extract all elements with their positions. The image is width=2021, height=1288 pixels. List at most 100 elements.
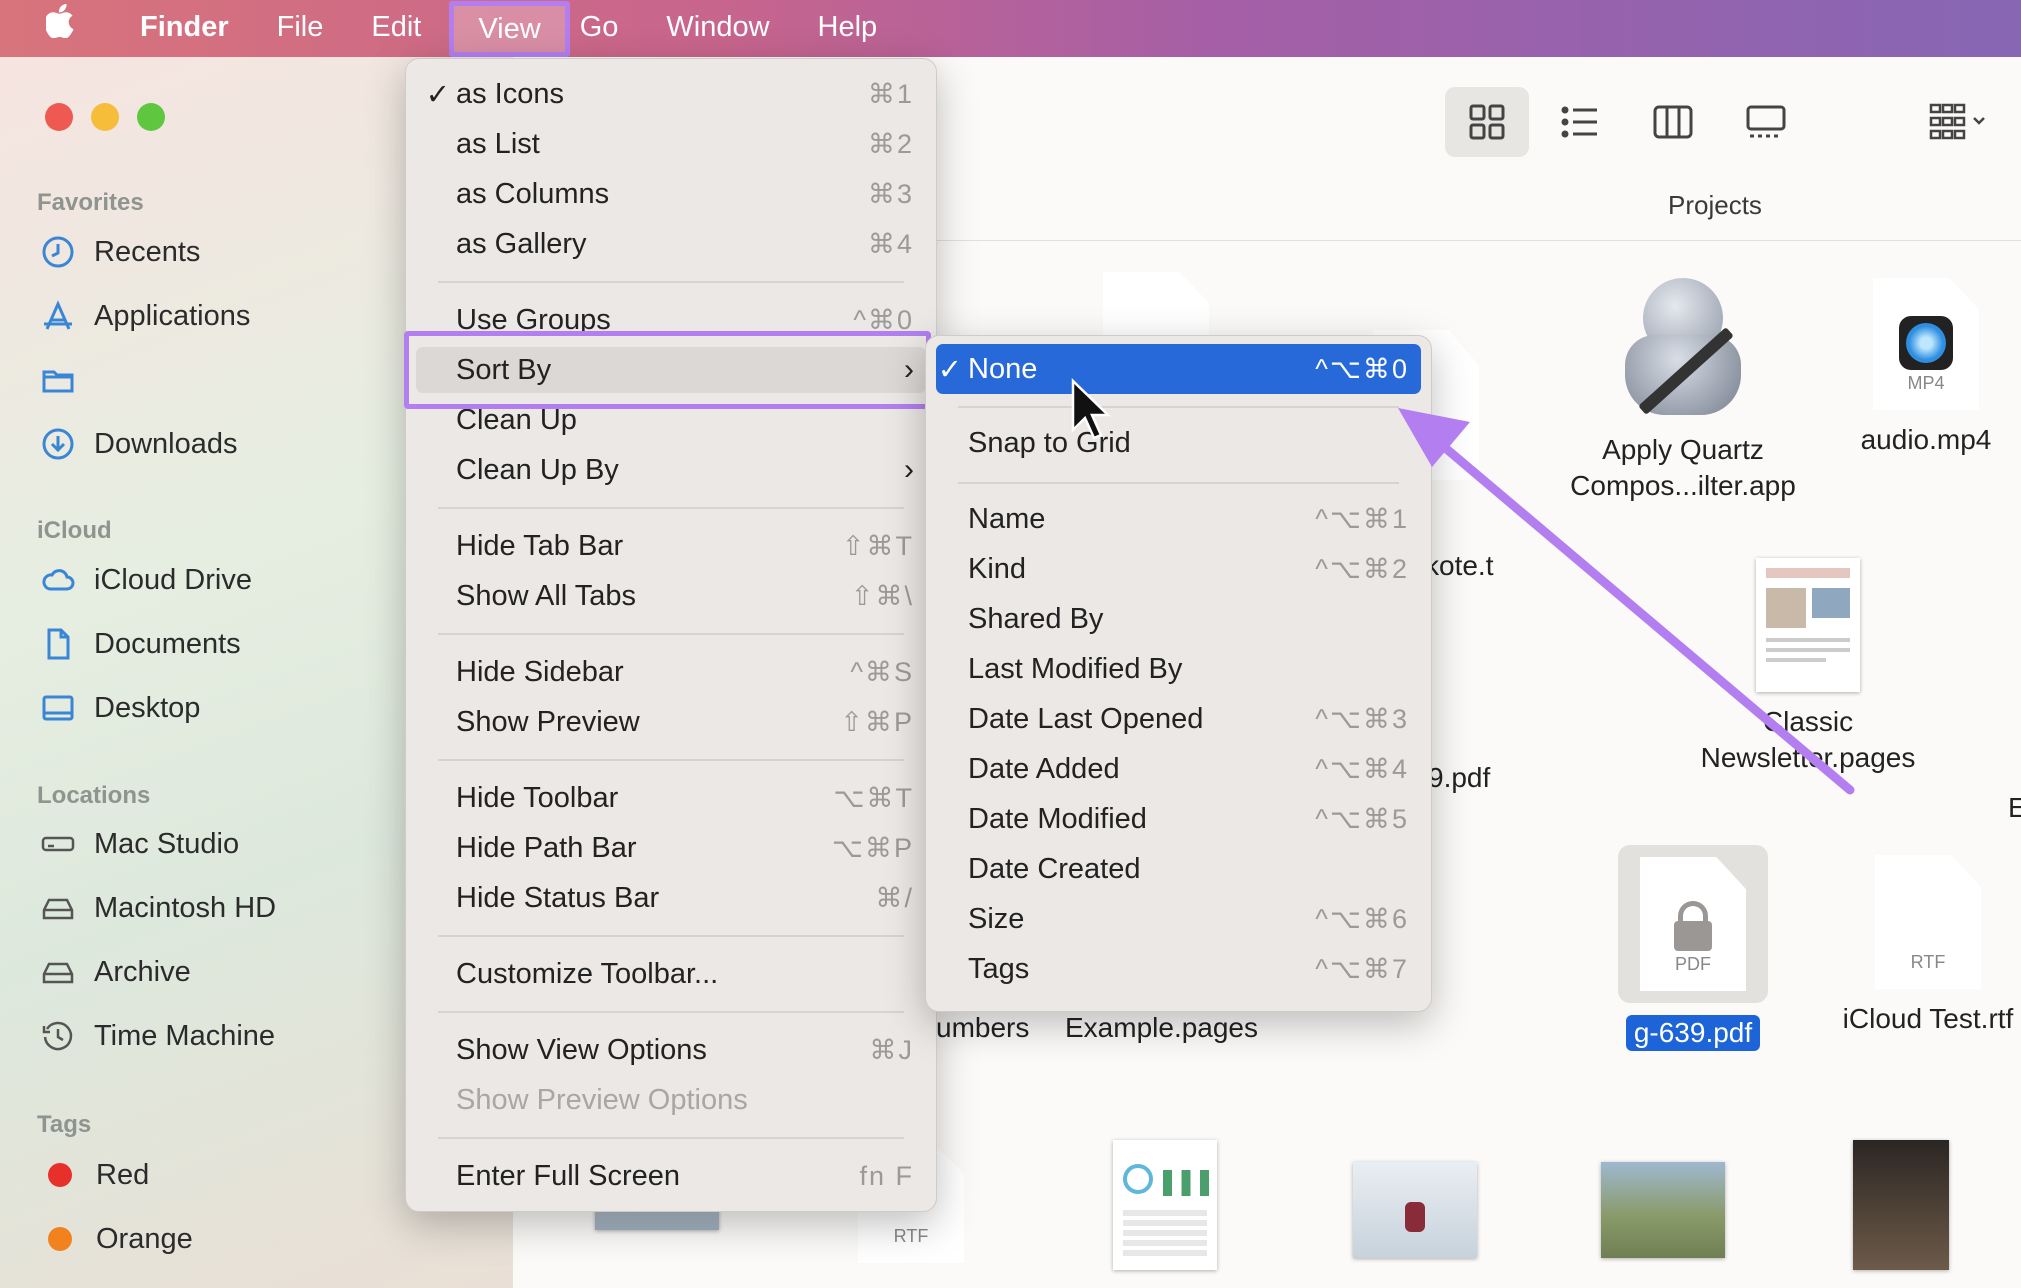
disk-icon (40, 890, 76, 926)
menu-bar: Finder File Edit View Go Window Help (0, 0, 2021, 57)
selection-highlight: PDF (1618, 845, 1768, 1003)
sidebar-item-applications[interactable]: Applications (40, 291, 250, 341)
book-thumbnail[interactable] (1853, 1140, 1949, 1270)
submenu-item-none[interactable]: ✓ None ^⌥⌘0 (936, 344, 1421, 394)
folder-icon (40, 362, 76, 398)
grid-icon (1469, 104, 1505, 140)
file-name[interactable]: kote.t (1425, 548, 1493, 584)
file-apply-quartz[interactable]: Apply Quartz Compos...ilter.app (1533, 270, 1833, 504)
file-name[interactable]: umbers (936, 1010, 1029, 1046)
file-name[interactable]: E (2008, 790, 2021, 826)
sidebar-item-time-machine[interactable]: Time Machine (40, 1011, 275, 1061)
submenu-item-date-created[interactable]: Date Created (936, 846, 1421, 892)
sidebar-item-archive[interactable]: Archive (40, 947, 191, 997)
menu-separator (438, 1137, 904, 1139)
submenu-item-date-last-opened[interactable]: Date Last Opened ^⌥⌘3 (936, 696, 1421, 742)
file-name-selected: g-639.pdf (1625, 1015, 1761, 1051)
sidebar-label: Downloads (94, 427, 238, 460)
zoom-button[interactable] (137, 103, 165, 131)
menu-file[interactable]: File (253, 0, 348, 57)
menu-item-as-gallery[interactable]: as Gallery ⌘4 (416, 221, 926, 267)
sidebar-label: Orange (96, 1222, 193, 1255)
submenu-item-date-added[interactable]: Date Added ^⌥⌘4 (936, 746, 1421, 792)
menu-item-hide-tab-bar[interactable]: Hide Tab Bar ⇧⌘T (416, 523, 926, 569)
sidebar-item-macintosh-hd[interactable]: Macintosh HD (40, 883, 276, 933)
menu-item-customize-toolbar[interactable]: Customize Toolbar... (416, 951, 926, 997)
sidebar-label: iCloud Drive (94, 563, 252, 596)
submenu-item-shared-by[interactable]: Shared By (936, 596, 1421, 642)
icloud-heading: iCloud (37, 517, 112, 544)
minimize-button[interactable] (91, 103, 119, 131)
menu-window[interactable]: Window (642, 0, 793, 57)
sidebar-tag-red[interactable]: Red (40, 1150, 149, 1200)
file-icloud-test[interactable]: RTF iCloud Test.rtf (1823, 855, 2021, 1037)
close-button[interactable] (45, 103, 73, 131)
time-machine-icon (40, 1018, 76, 1054)
file-name[interactable]: 9.pdf (1428, 760, 1490, 796)
file-audio-mp4[interactable]: MP4 audio.mp4 (1841, 278, 2011, 458)
sidebar-item-recents[interactable]: Recents (40, 227, 200, 277)
submenu-item-kind[interactable]: Kind ^⌥⌘2 (936, 546, 1421, 592)
sidebar-item-folder[interactable] (40, 355, 94, 405)
photo-thumbnail[interactable] (1353, 1162, 1477, 1258)
red-tag-icon (48, 1163, 72, 1187)
menu-item-clean-up-by[interactable]: Clean Up By › (416, 447, 926, 493)
menu-separator (438, 935, 904, 937)
menu-item-show-all-tabs[interactable]: Show All Tabs ⇧⌘\ (416, 573, 926, 619)
clock-icon (40, 234, 76, 270)
sidebar-item-desktop[interactable]: Desktop (40, 683, 200, 733)
menu-item-hide-toolbar[interactable]: Hide Toolbar ⌥⌘T (416, 775, 926, 821)
submenu-item-tags[interactable]: Tags ^⌥⌘7 (936, 946, 1421, 992)
group-by-button[interactable] (1908, 87, 2008, 157)
sidebar-tag-orange[interactable]: Orange (40, 1214, 193, 1264)
file-name: Apply Quartz Compos...ilter.app (1570, 434, 1796, 501)
columns-icon (1653, 105, 1693, 139)
list-icon (1561, 106, 1597, 138)
column-view-button[interactable] (1631, 87, 1715, 157)
sidebar-item-documents[interactable]: Documents (40, 619, 241, 669)
sidebar-label: Documents (94, 627, 241, 660)
sort-by-highlight-frame (404, 331, 931, 409)
sidebar-item-downloads[interactable]: Downloads (40, 419, 237, 469)
sidebar-item-icloud-drive[interactable]: iCloud Drive (40, 555, 252, 605)
sidebar-item-mac-studio[interactable]: Mac Studio (40, 819, 239, 869)
photo-thumbnail[interactable] (1601, 1162, 1725, 1258)
menu-item-as-icons[interactable]: ✓ as Icons ⌘1 (416, 71, 926, 117)
submenu-item-size[interactable]: Size ^⌥⌘6 (936, 896, 1421, 942)
submenu-item-last-modified-by[interactable]: Last Modified By (936, 646, 1421, 692)
file-name: audio.mp4 (1860, 424, 1992, 455)
menu-item-enter-full-screen[interactable]: Enter Full Screen fn F (416, 1153, 926, 1199)
list-view-button[interactable] (1538, 87, 1622, 157)
locations-heading: Locations (37, 782, 151, 809)
submenu-item-name[interactable]: Name ^⌥⌘1 (936, 496, 1421, 542)
apple-menu-icon[interactable] (0, 0, 116, 57)
menu-view[interactable]: View (449, 0, 570, 57)
file-classic-newsletter[interactable]: Classic Newsletter.pages (1673, 558, 1943, 776)
rtf-file-icon: RTF (1875, 855, 1981, 989)
menu-item-as-columns[interactable]: as Columns ⌘3 (416, 171, 926, 217)
menu-finder[interactable]: Finder (116, 0, 253, 57)
menu-item-show-view-options[interactable]: Show View Options ⌘J (416, 1027, 926, 1073)
cloud-icon (40, 562, 76, 598)
chevron-right-icon: › (904, 453, 914, 486)
menu-item-hide-path-bar[interactable]: Hide Path Bar ⌥⌘P (416, 825, 926, 871)
menu-item-show-preview[interactable]: Show Preview ⇧⌘P (416, 699, 926, 745)
menu-item-hide-status-bar[interactable]: Hide Status Bar ⌘/ (416, 875, 926, 921)
menu-help[interactable]: Help (794, 0, 902, 57)
submenu-item-date-modified[interactable]: Date Modified ^⌥⌘5 (936, 796, 1421, 842)
icon-view-button[interactable] (1445, 87, 1529, 157)
menu-item-as-list[interactable]: as List ⌘2 (416, 121, 926, 167)
spreadsheet-thumbnail[interactable] (1113, 1140, 1217, 1270)
menu-separator (438, 759, 904, 761)
menu-separator (438, 1011, 904, 1013)
sidebar-label: Time Machine (94, 1019, 276, 1052)
menu-item-hide-sidebar[interactable]: Hide Sidebar ^⌘S (416, 649, 926, 695)
menu-go[interactable]: Go (574, 0, 643, 57)
file-locked-pdf[interactable]: PDF g-639.pdf (1603, 845, 1783, 1051)
sidebar-label: Archive (94, 955, 191, 988)
menu-edit[interactable]: Edit (347, 0, 445, 57)
file-name[interactable]: Example.pages (1065, 1010, 1258, 1046)
submenu-item-snap-to-grid[interactable]: Snap to Grid (936, 420, 1421, 466)
desktop-icon (40, 690, 76, 726)
gallery-view-button[interactable] (1724, 87, 1808, 157)
